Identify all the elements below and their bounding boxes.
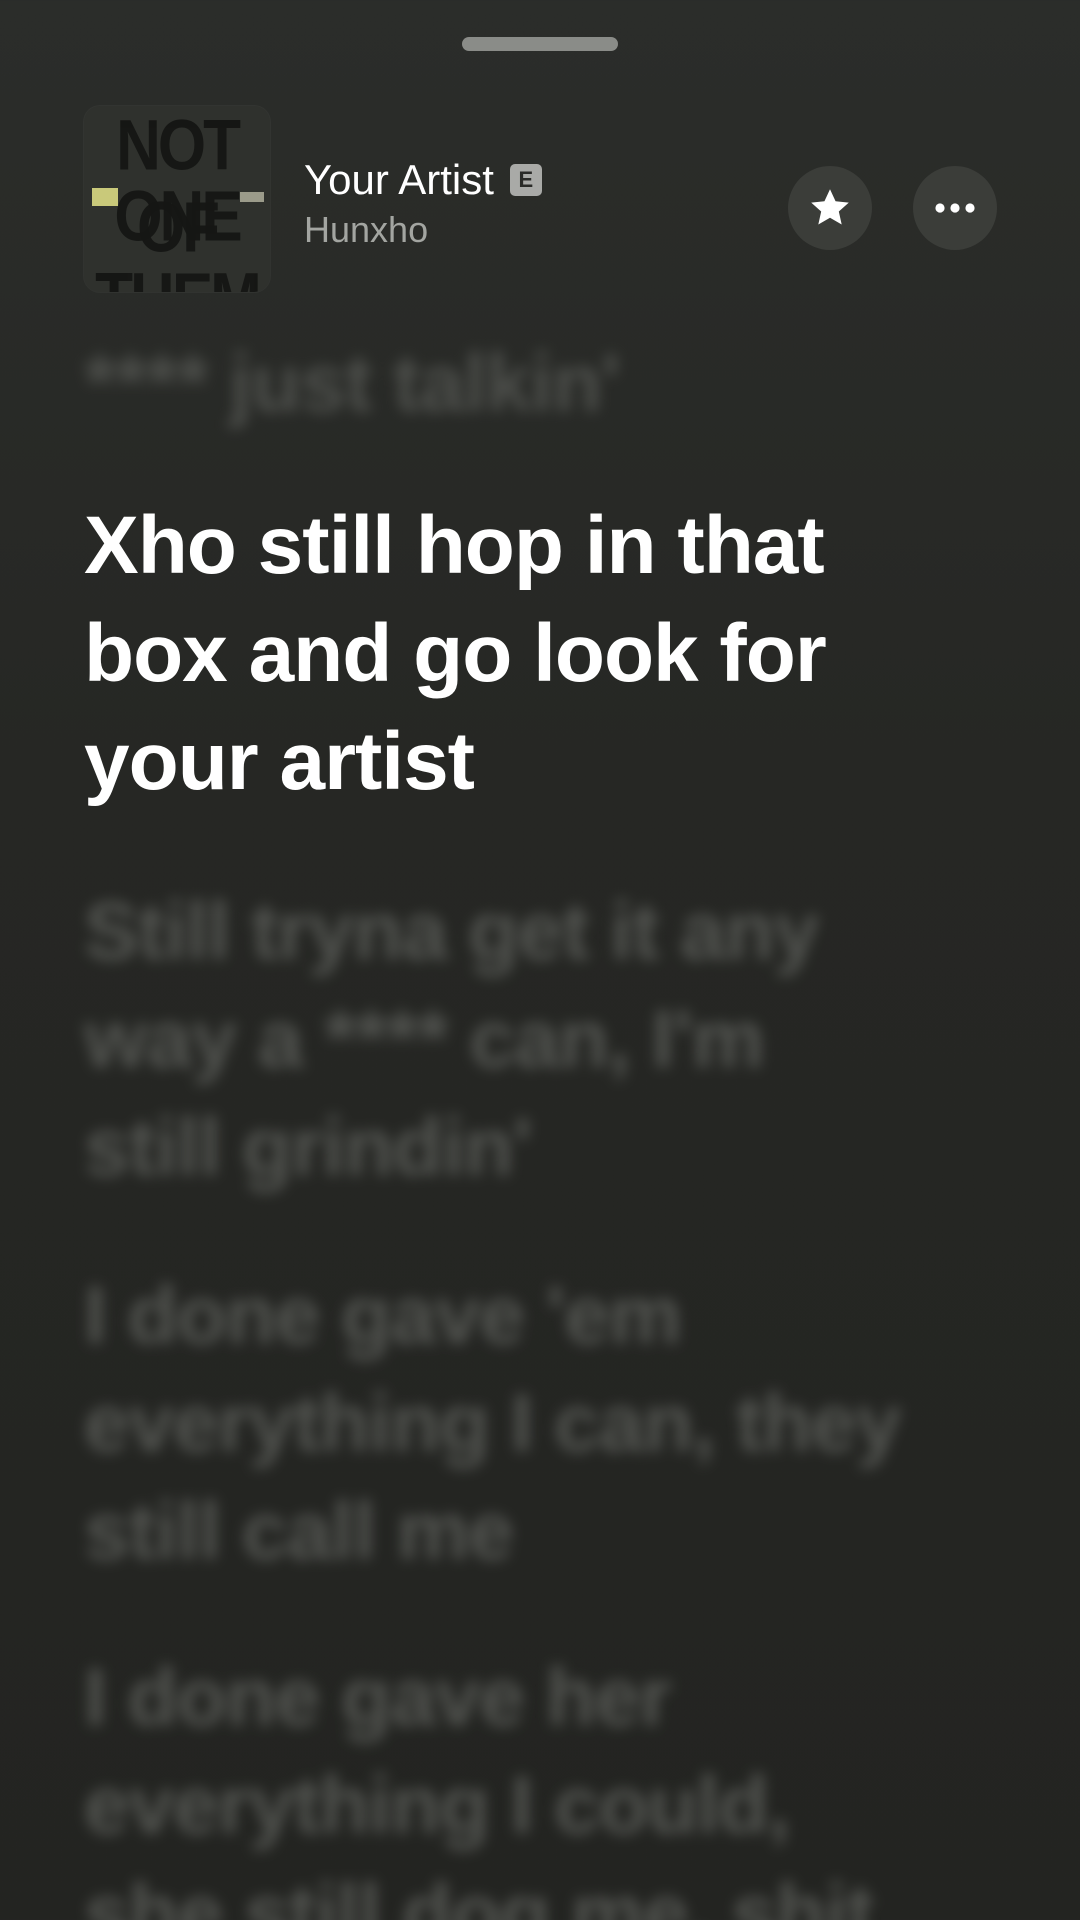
star-icon — [811, 189, 849, 225]
lyric-line-upcoming[interactable]: I done gave her everything I could, she … — [84, 1644, 884, 1920]
lyric-line-current[interactable]: Xho still hop in that box and go look fo… — [84, 492, 904, 816]
lyric-line-previous[interactable]: **** just talkin' — [84, 330, 984, 438]
now-playing-header: NOT ONE OF THEM Your Artist E Hunxho — [84, 106, 1004, 292]
explicit-badge: E — [509, 164, 542, 196]
artwork-text-line-2: OF THEM — [95, 188, 262, 292]
track-artist[interactable]: Hunxho — [304, 210, 428, 250]
sheet-grabber-handle[interactable] — [462, 37, 618, 51]
more-options-button[interactable] — [913, 166, 997, 250]
album-artwork[interactable]: NOT ONE OF THEM — [84, 106, 270, 292]
track-title-row[interactable]: Your Artist E — [304, 158, 542, 202]
track-title: Your Artist — [304, 156, 494, 203]
ellipsis-icon — [935, 203, 975, 213]
lyric-line-upcoming[interactable]: I done gave 'em everything I can, they s… — [84, 1262, 964, 1586]
lyric-line-upcoming[interactable]: Still tryna get it any way a **** can, I… — [84, 878, 904, 1202]
favorite-button[interactable] — [788, 166, 872, 250]
